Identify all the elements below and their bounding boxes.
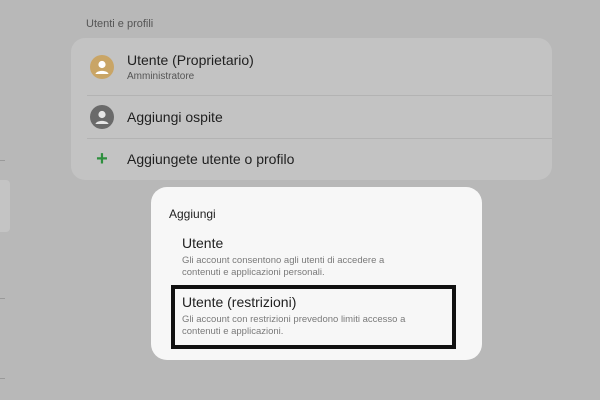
edge-divider — [0, 378, 5, 379]
edge-divider — [0, 298, 5, 299]
side-panel-handle[interactable] — [0, 180, 10, 232]
add-user-or-profile-row[interactable]: + Aggiungete utente o profilo — [71, 138, 552, 180]
person-icon — [90, 104, 114, 129]
owner-user-row[interactable]: Utente (Proprietario) Amministratore — [71, 38, 552, 95]
section-title: Utenti e profili — [86, 18, 154, 30]
edge-divider — [0, 160, 5, 161]
owner-name: Utente (Proprietario) — [127, 51, 254, 68]
add-guest-row[interactable]: Aggiungi ospite — [71, 95, 552, 138]
add-user-label: Aggiungete utente o profilo — [127, 151, 295, 167]
users-card: Utente (Proprietario) Amministratore Agg… — [71, 38, 552, 180]
person-icon — [90, 54, 114, 79]
owner-role: Amministratore — [127, 70, 195, 82]
option-description: Gli account consentono agli utenti di ac… — [182, 255, 385, 278]
dialog-title: Aggiungi — [169, 207, 216, 221]
option-title: Utente — [182, 235, 224, 251]
highlight-box — [171, 285, 456, 349]
option-user[interactable]: Utente Gli account consentono agli utent… — [182, 234, 442, 279]
add-guest-label: Aggiungi ospite — [127, 108, 223, 125]
plus-icon: + — [96, 148, 108, 170]
